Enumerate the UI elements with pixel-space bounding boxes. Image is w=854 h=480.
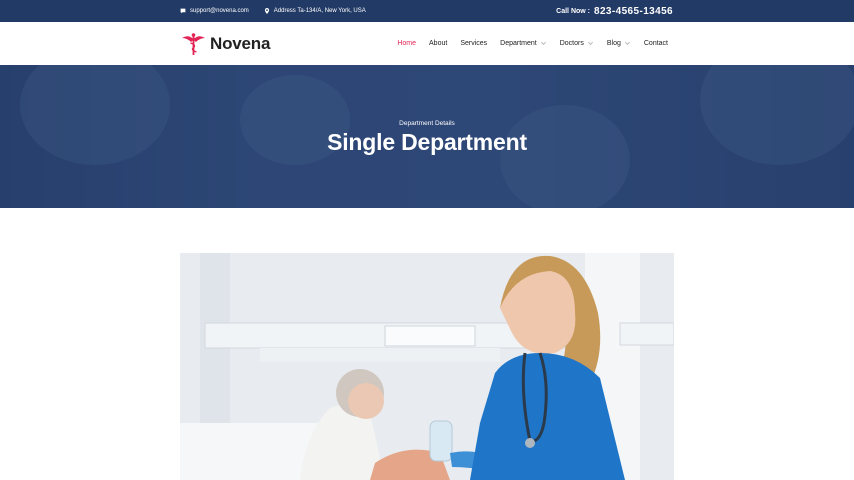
department-image [180,253,674,480]
chat-icon [180,8,186,14]
call-now[interactable]: Call Now : 823-4565-13456 [556,0,673,22]
address-info: Address Ta-134/A, New York, USA [264,8,366,14]
nav-contact[interactable]: Contact [644,40,668,47]
call-label: Call Now : [556,7,590,15]
contact-info: support@novena.com Address Ta-134/A, New… [180,0,381,22]
nav-services[interactable]: Services [460,40,487,47]
chevron-down-icon [624,41,630,46]
page-title: Single Department [327,129,527,155]
phone-number[interactable]: 823-4565-13456 [594,6,673,17]
email-link[interactable]: support@novena.com [180,8,249,14]
main-navbar: Novena Home About Services Department Do… [0,22,854,65]
address-text: Address Ta-134/A, New York, USA [273,8,366,14]
main-menu: Home About Services Department Doctors B… [384,22,668,65]
chevron-down-icon [587,41,593,46]
site-logo[interactable]: Novena [180,32,270,56]
brand-name: Novena [210,34,271,53]
email-text: support@novena.com [190,8,249,14]
nav-blog[interactable]: Blog [607,40,631,47]
caduceus-logo-icon [182,33,205,55]
nav-home[interactable]: Home [397,40,416,47]
nav-doctors[interactable]: Doctors [560,40,594,47]
map-marker-icon [264,8,269,14]
nav-department[interactable]: Department [500,40,547,47]
nav-about[interactable]: About [429,40,447,47]
chevron-down-icon [540,41,546,46]
nurse-patient-illustration [180,253,674,480]
page-banner: Department Details Single Department [0,65,854,208]
banner-subtitle: Department Details [399,120,455,127]
top-bar: support@novena.com Address Ta-134/A, New… [0,0,854,22]
